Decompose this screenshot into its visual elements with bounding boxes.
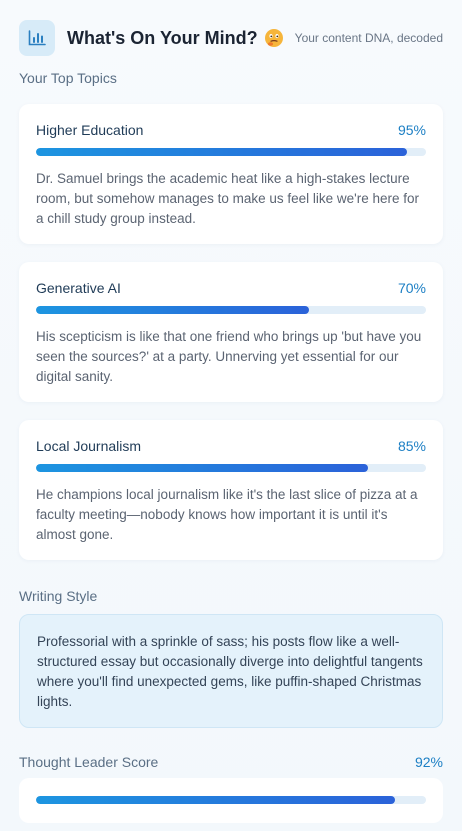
topic-progress-track bbox=[36, 306, 426, 314]
topic-description: Dr. Samuel brings the academic heat like… bbox=[36, 171, 420, 226]
topic-name: Local Journalism bbox=[36, 438, 142, 454]
writing-style-box: Professorial with a sprinkle of sass; hi… bbox=[19, 614, 443, 728]
topic-progress-fill bbox=[36, 464, 368, 472]
page: What's On Your Mind? Your content DNA, d… bbox=[0, 0, 462, 831]
topic-card: Generative AI 70% His scepticism is like… bbox=[19, 262, 443, 402]
header-subtitle: Your content DNA, decoded bbox=[294, 31, 443, 45]
bar-chart-icon bbox=[19, 20, 55, 56]
topic-percent: 70% bbox=[397, 280, 426, 296]
writing-style-heading: Writing Style bbox=[19, 588, 98, 604]
thought-leader-label: Thought Leader Score bbox=[19, 754, 159, 770]
thought-leader-percent: 92% bbox=[414, 754, 443, 770]
topic-card: Local Journalism 85% He champions local … bbox=[19, 420, 443, 560]
topic-percent: 85% bbox=[397, 438, 426, 454]
thought-leader-progress-track bbox=[36, 796, 426, 804]
topic-name: Generative AI bbox=[36, 280, 121, 296]
topic-progress-fill bbox=[36, 306, 309, 314]
thought-leader-row: Thought Leader Score 92% bbox=[19, 754, 443, 770]
thought-leader-progress-fill bbox=[36, 796, 395, 804]
thought-leader-card bbox=[19, 778, 443, 823]
top-topics-heading: Your Top Topics bbox=[19, 70, 117, 86]
page-title: What's On Your Mind? bbox=[67, 27, 258, 48]
topic-name: Higher Education bbox=[36, 122, 144, 138]
topic-progress-track bbox=[36, 464, 426, 472]
topic-percent: 95% bbox=[397, 122, 426, 138]
thinking-face-icon bbox=[264, 28, 284, 48]
topic-description: His scepticism is like that one friend w… bbox=[36, 329, 422, 384]
topic-progress-track bbox=[36, 148, 426, 156]
header: What's On Your Mind? Your content DNA, d… bbox=[19, 20, 443, 56]
topic-card: Higher Education 95% Dr. Samuel brings t… bbox=[19, 104, 443, 244]
topic-description: He champions local journalism like it's … bbox=[36, 487, 418, 542]
topic-progress-fill bbox=[36, 148, 407, 156]
